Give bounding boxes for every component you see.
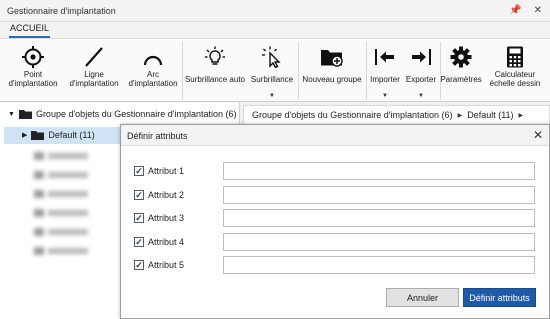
- calculateur-echelle-label: Calculateur échelle dessin: [489, 70, 541, 88]
- dialog-title: Définir attributs: [127, 131, 188, 141]
- cancel-button[interactable]: Annuler: [386, 288, 459, 307]
- importer-button[interactable]: Importer ▼: [367, 39, 403, 101]
- export-icon: [412, 49, 431, 65]
- attribute-checkbox[interactable]: ✓: [134, 260, 144, 270]
- attribute-row: ✓ Attribut 2: [134, 186, 539, 204]
- blurred-tree-item: [34, 190, 88, 198]
- attribute-label: Attribut 1: [148, 166, 185, 176]
- blurred-tree-item: [34, 152, 88, 160]
- expand-arrow-icon[interactable]: ▼: [8, 111, 15, 118]
- pin-icon[interactable]: 📌: [509, 4, 521, 18]
- attribute-label: Attribut 5: [148, 260, 185, 270]
- surbrillance-button[interactable]: Surbrillance ▼: [247, 39, 297, 101]
- tree-root-label: Groupe d'objets du Gestionnaire d'implan…: [35, 109, 237, 119]
- attribute-label: Attribut 3: [148, 213, 185, 223]
- attribute-row: ✓ Attribut 5: [134, 256, 539, 274]
- define-attributes-dialog: Définir attributs ✕ ✓ Attribut 1 ✓ Attri…: [120, 124, 550, 319]
- dialog-header: Définir attributs ✕: [121, 125, 549, 146]
- nouveau-groupe-button[interactable]: Nouveau groupe: [299, 39, 365, 101]
- parametres-button[interactable]: Paramètres: [440, 39, 482, 101]
- calculator-icon: [507, 46, 523, 68]
- define-attributes-button[interactable]: Définir attributs: [463, 288, 536, 307]
- arc-icon: [143, 55, 163, 66]
- breadcrumb-item[interactable]: Groupe d'objets du Gestionnaire d'implan…: [252, 110, 453, 120]
- attribute-input[interactable]: [223, 186, 535, 204]
- gear-icon: [450, 46, 472, 68]
- attribute-input[interactable]: [223, 256, 535, 274]
- attribute-label: Attribut 2: [148, 190, 185, 200]
- attribute-checkbox[interactable]: ✓: [134, 166, 144, 176]
- breadcrumb-item[interactable]: Default (11): [467, 110, 513, 120]
- window-title: Gestionnaire d'implantation: [7, 5, 116, 16]
- ligne-implantation-button[interactable]: Ligne d'implantation: [64, 39, 124, 101]
- attribute-label: Attribut 4: [148, 237, 185, 247]
- attribute-input[interactable]: [223, 209, 535, 227]
- calculateur-echelle-button[interactable]: Calculateur échelle dessin: [483, 39, 547, 101]
- surbrillance-auto-label: Surbrillance auto: [184, 75, 246, 84]
- arc-implantation-button[interactable]: Arc d'implantation: [124, 39, 182, 101]
- tree-item-default[interactable]: ▶ Default (11): [22, 130, 95, 140]
- attribute-input[interactable]: [223, 162, 535, 180]
- attribute-row: ✓ Attribut 3: [134, 209, 539, 227]
- highlight-cursor-icon: [262, 46, 281, 68]
- attribute-checkbox[interactable]: ✓: [134, 237, 144, 247]
- new-folder-icon: [321, 50, 343, 67]
- attribute-checkbox[interactable]: ✓: [134, 213, 144, 223]
- ligne-implantation-label: Ligne d'implantation: [69, 70, 119, 88]
- blurred-tree-item: [34, 209, 88, 217]
- importer-label: Importer: [370, 75, 400, 84]
- exporter-button[interactable]: Exporter ▼: [403, 39, 439, 101]
- attribute-row: ✓ Attribut 1: [134, 162, 539, 180]
- attribute-row: ✓ Attribut 4: [134, 233, 539, 251]
- close-icon[interactable]: ✕: [533, 128, 543, 142]
- ribbon: Point d'implantation Ligne d'implantatio…: [0, 38, 550, 102]
- folder-icon: [18, 110, 32, 119]
- lightbulb-icon: [205, 46, 225, 65]
- folder-icon: [31, 131, 45, 140]
- exporter-label: Exporter: [405, 75, 437, 84]
- tab-accueil[interactable]: ACCUEIL: [9, 23, 51, 38]
- ribbon-tab-row: ACCUEIL: [0, 22, 550, 38]
- attribute-checkbox[interactable]: ✓: [134, 190, 144, 200]
- blurred-tree-item: [34, 247, 88, 255]
- breadcrumb-separator-icon[interactable]: ▶: [519, 112, 524, 119]
- surbrillance-label: Surbrillance: [250, 75, 294, 84]
- blurred-tree-item: [34, 171, 88, 179]
- point-implantation-label: Point d'implantation: [8, 70, 58, 88]
- parametres-label: Paramètres: [440, 75, 482, 84]
- title-bar: Gestionnaire d'implantation 📌 ✕: [0, 0, 550, 22]
- breadcrumb-separator-icon[interactable]: ▶: [458, 112, 463, 119]
- close-window-icon[interactable]: ✕: [534, 4, 542, 18]
- breadcrumb: Groupe d'objets du Gestionnaire d'implan…: [243, 105, 550, 125]
- tree-item-default-label: Default (11): [48, 130, 95, 140]
- nouveau-groupe-label: Nouveau groupe: [302, 75, 362, 84]
- surbrillance-dropdown-icon[interactable]: ▼: [269, 93, 275, 99]
- line-icon: [85, 47, 103, 67]
- blurred-tree-item: [34, 228, 88, 236]
- surbrillance-auto-button[interactable]: Surbrillance auto: [183, 39, 247, 101]
- collapse-arrow-icon[interactable]: ▶: [22, 131, 27, 139]
- point-implantation-button[interactable]: Point d'implantation: [2, 39, 64, 101]
- arc-implantation-label: Arc d'implantation: [128, 70, 178, 88]
- importer-dropdown-icon[interactable]: ▼: [382, 93, 388, 99]
- tree-root-item[interactable]: ▼ Groupe d'objets du Gestionnaire d'impl…: [8, 109, 237, 119]
- import-icon: [375, 49, 394, 65]
- target-icon: [22, 46, 44, 68]
- attribute-input[interactable]: [223, 233, 535, 251]
- exporter-dropdown-icon[interactable]: ▼: [418, 93, 424, 99]
